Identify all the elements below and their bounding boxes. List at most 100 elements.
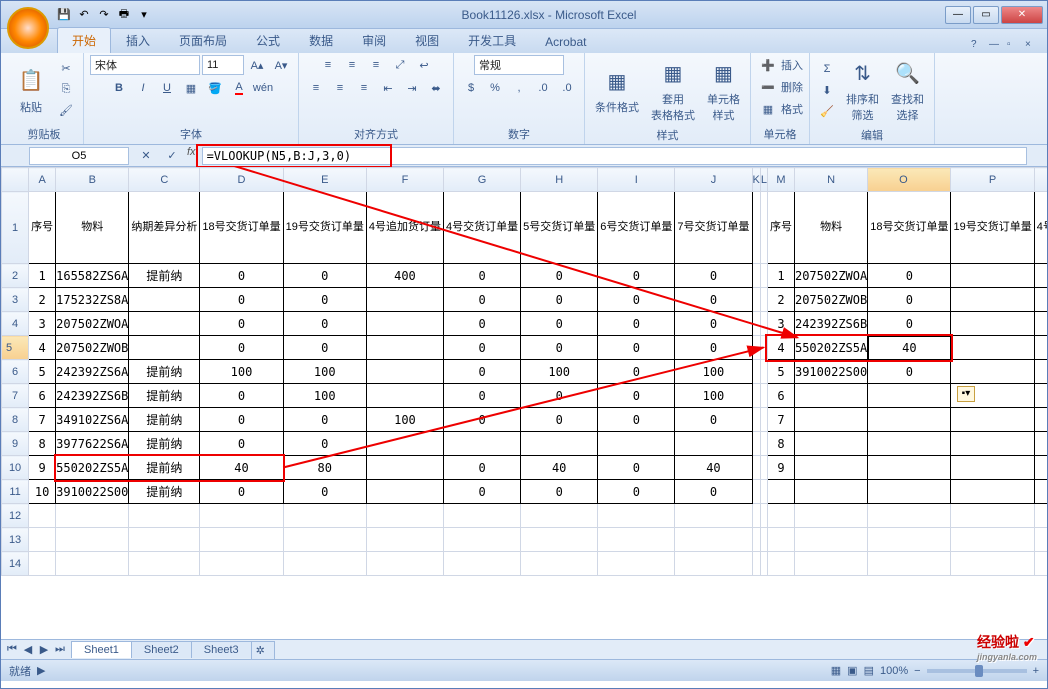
cell[interactable]: 242392ZS6B <box>56 384 129 408</box>
cell[interactable] <box>29 504 56 528</box>
cell[interactable] <box>760 312 767 336</box>
cell[interactable] <box>794 432 867 456</box>
cell[interactable] <box>1034 552 1047 576</box>
col-header[interactable]: I <box>598 168 675 192</box>
cell[interactable]: 0 <box>598 384 675 408</box>
zoom-level[interactable]: 100% <box>880 665 908 677</box>
align-top-icon[interactable]: ≡ <box>317 55 339 75</box>
cell[interactable]: 0 <box>200 408 283 432</box>
cell[interactable] <box>1034 408 1047 432</box>
cell[interactable] <box>868 480 951 504</box>
cell[interactable]: 0 <box>283 288 366 312</box>
cell[interactable] <box>760 384 767 408</box>
cell[interactable] <box>868 552 951 576</box>
cell[interactable] <box>366 504 443 528</box>
cell[interactable]: 5 <box>767 360 794 384</box>
cell[interactable] <box>366 360 443 384</box>
cell[interactable]: 0 <box>444 288 521 312</box>
cell[interactable]: 0 <box>200 480 283 504</box>
cell[interactable] <box>760 528 767 552</box>
cell[interactable]: 8 <box>767 432 794 456</box>
cell[interactable]: 100 <box>675 360 752 384</box>
cell[interactable]: 40 <box>521 456 598 480</box>
cell[interactable]: 10 <box>29 480 56 504</box>
cell[interactable]: 40 <box>675 456 752 480</box>
cell[interactable] <box>283 528 366 552</box>
row-header[interactable]: 14 <box>2 552 29 576</box>
cell[interactable]: 0 <box>444 360 521 384</box>
tab-data[interactable]: 数据 <box>295 28 347 53</box>
row-header[interactable]: 6 <box>2 360 29 384</box>
italic-button[interactable]: I <box>132 78 154 98</box>
cell[interactable] <box>951 360 1034 384</box>
formula-input[interactable] <box>202 147 1027 165</box>
cell[interactable]: 165582ZS6A <box>56 264 129 288</box>
indent-inc-icon[interactable]: ⇥ <box>401 78 423 98</box>
cell[interactable] <box>767 480 794 504</box>
cell[interactable] <box>675 552 752 576</box>
row-header[interactable]: 9 <box>2 432 29 456</box>
cell[interactable]: 提前纳 <box>129 408 200 432</box>
cell[interactable] <box>752 288 760 312</box>
cell[interactable]: 207502ZWOB <box>56 336 129 360</box>
cell[interactable]: 0 <box>598 456 675 480</box>
cell[interactable] <box>366 288 443 312</box>
cell[interactable] <box>794 528 867 552</box>
cell[interactable]: 5 <box>29 360 56 384</box>
cell[interactable]: 100 <box>283 384 366 408</box>
cell[interactable] <box>767 528 794 552</box>
cell[interactable] <box>366 312 443 336</box>
cell[interactable] <box>366 336 443 360</box>
cell[interactable]: 100 <box>366 408 443 432</box>
save-icon[interactable]: 💾 <box>55 6 73 24</box>
cell[interactable] <box>760 432 767 456</box>
cell[interactable] <box>752 432 760 456</box>
maximize-button[interactable]: ▭ <box>973 6 999 24</box>
row-header[interactable]: 3 <box>2 288 29 312</box>
cell[interactable]: 3977622S6A <box>56 432 129 456</box>
cell[interactable]: 0 <box>444 312 521 336</box>
cell[interactable]: 7 <box>767 408 794 432</box>
name-box[interactable] <box>29 147 129 165</box>
header-cell[interactable]: 18号交货订单量 <box>868 192 951 264</box>
cell[interactable]: 207502ZWOA <box>56 312 129 336</box>
cell[interactable]: 400 <box>366 264 443 288</box>
cell[interactable]: 0 <box>200 432 283 456</box>
cell[interactable] <box>752 360 760 384</box>
cell[interactable]: 207502ZWOB <box>794 288 867 312</box>
col-header[interactable]: E <box>283 168 366 192</box>
header-cell[interactable] <box>760 192 767 264</box>
decrease-font-icon[interactable]: A▾ <box>270 55 292 75</box>
cell[interactable]: 0 <box>283 432 366 456</box>
cancel-formula-icon[interactable]: ✕ <box>135 146 157 166</box>
phonetic-icon[interactable]: wén <box>252 78 274 98</box>
cell[interactable]: 0 <box>444 384 521 408</box>
zoom-out-icon[interactable]: − <box>914 665 920 677</box>
cell[interactable]: 100 <box>521 360 598 384</box>
cell[interactable] <box>56 528 129 552</box>
col-header[interactable]: Q <box>1034 168 1047 192</box>
cell[interactable]: 提前纳 <box>129 264 200 288</box>
dec-decimal-icon[interactable]: .0 <box>556 78 578 98</box>
cell[interactable] <box>675 504 752 528</box>
cell[interactable] <box>760 552 767 576</box>
cell[interactable] <box>794 408 867 432</box>
cell[interactable]: 0 <box>868 288 951 312</box>
cell[interactable]: 207502ZWOA <box>794 264 867 288</box>
cell[interactable] <box>760 360 767 384</box>
cell[interactable]: 0 <box>868 360 951 384</box>
header-cell[interactable]: 4号交货订单量 <box>444 192 521 264</box>
cell[interactable] <box>794 552 867 576</box>
cell[interactable]: 100 <box>200 360 283 384</box>
fill-icon[interactable]: ⬇ <box>816 80 838 100</box>
cell[interactable] <box>366 528 443 552</box>
cell[interactable] <box>675 528 752 552</box>
number-format-select[interactable] <box>474 55 564 75</box>
ribbon-restore-icon[interactable]: ▫ <box>1007 39 1021 53</box>
insert-cells-icon[interactable]: ➕ <box>757 55 779 75</box>
cell[interactable]: 3910022S00 <box>56 480 129 504</box>
smart-tag-icon[interactable]: ▪▾ <box>957 386 975 402</box>
format-label[interactable]: 格式 <box>781 101 803 117</box>
cell[interactable]: 0 <box>675 288 752 312</box>
tab-developer[interactable]: 开发工具 <box>454 28 530 53</box>
